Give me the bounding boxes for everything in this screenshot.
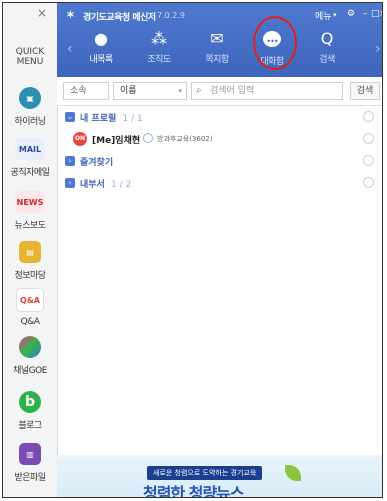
search-bar: 소속 이름 ▾ ⌕ 검색어 입력 검색 [57, 77, 382, 106]
quick-menu-label: 공직자메일 [10, 168, 50, 178]
top-header: ✶ 경기도교육청 메신저 7.0.2.9 메뉴 ▾ ⚙ – □ × ‹ › ● … [57, 3, 382, 77]
nav-prev-arrow-icon[interactable]: ‹ [67, 41, 73, 57]
quick-menu-sidebar: × QUICK MENU ▣ 하이러닝 MAIL 공직자메일 NEWS 뉴스보도… [3, 3, 58, 497]
quick-menu-item-received-files[interactable]: ▥ 받은파일 [3, 443, 57, 483]
banner-title: 청렴한 청량뉴스 [143, 484, 245, 498]
news-icon: NEWS [15, 191, 45, 213]
quick-menu-item-channel-goe[interactable]: 채널GOE [3, 336, 57, 376]
group-my-profile[interactable]: ⌄ 내 프로필 1 / 1 [57, 106, 382, 128]
tab-label: 내목록 [89, 55, 113, 65]
contact-department: 방과후교육(3602) [157, 135, 213, 143]
blog-icon: b [19, 391, 41, 413]
tab-label: 검색 [319, 55, 335, 65]
search-button[interactable]: 검색 [350, 82, 380, 100]
tab-label: 조직도 [147, 55, 171, 65]
contact-name: [Me]임채현 [92, 136, 141, 146]
tab-my-list[interactable]: ● 내목록 [81, 29, 121, 65]
group-count: 1 / 2 [110, 180, 132, 190]
quick-menu-title: QUICK MENU [15, 47, 45, 67]
select-radio[interactable] [363, 155, 374, 166]
search-input[interactable]: ⌕ 검색어 입력 [191, 82, 343, 100]
group-favorites[interactable]: › 즐겨찾기 [57, 150, 382, 172]
promo-banner[interactable]: 새로운 청렴으로 도약하는 경기교육 청렴한 청량뉴스 [57, 455, 382, 498]
quick-menu-label: 받은파일 [14, 473, 46, 483]
person-icon: ● [94, 29, 108, 48]
nav-next-arrow-icon[interactable]: › [375, 41, 381, 57]
contact-tree: ⌄ 내 프로필 1 / 1 ON [Me]임채현 방과후교육(3602) › 즐… [57, 106, 382, 194]
quick-menu-item-hilearning[interactable]: ▣ 하이러닝 [3, 87, 57, 127]
group-my-department[interactable]: › 내부서 1 / 2 [57, 172, 382, 194]
group-label: 즐겨찾기 [80, 158, 114, 168]
expand-icon[interactable]: › [65, 178, 75, 188]
info-folder-icon: ▤ [19, 241, 41, 263]
department-icon [143, 133, 153, 143]
quick-menu-label: 정보마당 [14, 271, 46, 281]
hi-learning-icon: ▣ [19, 87, 41, 109]
select-radio[interactable] [363, 133, 374, 144]
contact-row-me[interactable]: ON [Me]임채현 방과후교육(3602) [57, 128, 382, 150]
banner-subtitle: 새로운 청렴으로 도약하는 경기교육 [147, 466, 263, 480]
quick-menu-label: Q&A [20, 317, 40, 327]
quick-menu-item-mail[interactable]: MAIL 공직자메일 [3, 138, 57, 178]
tab-message-box[interactable]: ✉ 쪽지함 [197, 29, 237, 65]
search-placeholder: 검색어 입력 [210, 86, 255, 96]
quick-menu-label: 채널GOE [13, 366, 47, 376]
org-chart-icon: ⁂ [151, 29, 167, 48]
field-select[interactable]: 이름 ▾ [113, 82, 187, 100]
settings-gear-icon[interactable]: ⚙ [347, 9, 355, 19]
received-file-icon: ▥ [19, 443, 41, 465]
quick-menu-item-qna[interactable]: Q&A Q&A [3, 288, 57, 327]
online-status-badge: ON [73, 132, 87, 146]
select-radio[interactable] [363, 111, 374, 122]
highlight-circle [253, 16, 297, 70]
menu-dropdown-icon[interactable]: ▾ [333, 11, 337, 19]
group-count: 1 / 1 [122, 114, 143, 124]
search-icon: Q [320, 29, 334, 48]
menu-button[interactable]: 메뉴 [315, 9, 332, 22]
quick-menu-label: 블로그 [18, 421, 42, 431]
expand-icon[interactable]: › [65, 156, 75, 166]
quick-menu-label: 뉴스보도 [14, 221, 46, 231]
close-icon[interactable]: × [379, 9, 382, 19]
tab-search[interactable]: Q 검색 [307, 29, 347, 65]
channel-goe-icon [19, 336, 41, 358]
minimize-icon[interactable]: – [363, 9, 368, 19]
quick-menu-item-blog[interactable]: b 블로그 [3, 391, 57, 431]
quick-menu-label: 하이러닝 [14, 117, 46, 127]
field-value: 이름 [120, 86, 137, 96]
scope-select[interactable]: 소속 [63, 82, 109, 100]
tab-org-chart[interactable]: ⁂ 조직도 [139, 29, 179, 65]
quick-menu-item-info[interactable]: ▤ 정보마당 [3, 241, 57, 281]
messenger-window: × QUICK MENU ▣ 하이러닝 MAIL 공직자메일 NEWS 뉴스보도… [2, 2, 383, 498]
message-icon: ✉ [210, 29, 224, 48]
app-version: 7.0.2.9 [157, 11, 185, 20]
qna-icon: Q&A [16, 288, 44, 312]
collapse-icon[interactable]: ⌄ [65, 112, 75, 122]
tab-label: 쪽지함 [205, 55, 229, 65]
app-title: 경기도교육청 메신저 [83, 13, 156, 23]
search-icon: ⌕ [196, 85, 202, 96]
leaf-icon [285, 465, 301, 481]
select-radio[interactable] [363, 177, 374, 188]
group-label: 내 프로필 [80, 114, 117, 124]
quick-menu-close-icon[interactable]: × [37, 6, 47, 20]
quick-menu-item-news[interactable]: NEWS 뉴스보도 [3, 191, 57, 231]
chevron-down-icon: ▾ [178, 87, 182, 95]
group-label: 내부서 [80, 180, 105, 190]
scope-value: 소속 [70, 86, 87, 96]
app-logo-icon: ✶ [65, 8, 76, 23]
mail-icon: MAIL [15, 138, 45, 160]
